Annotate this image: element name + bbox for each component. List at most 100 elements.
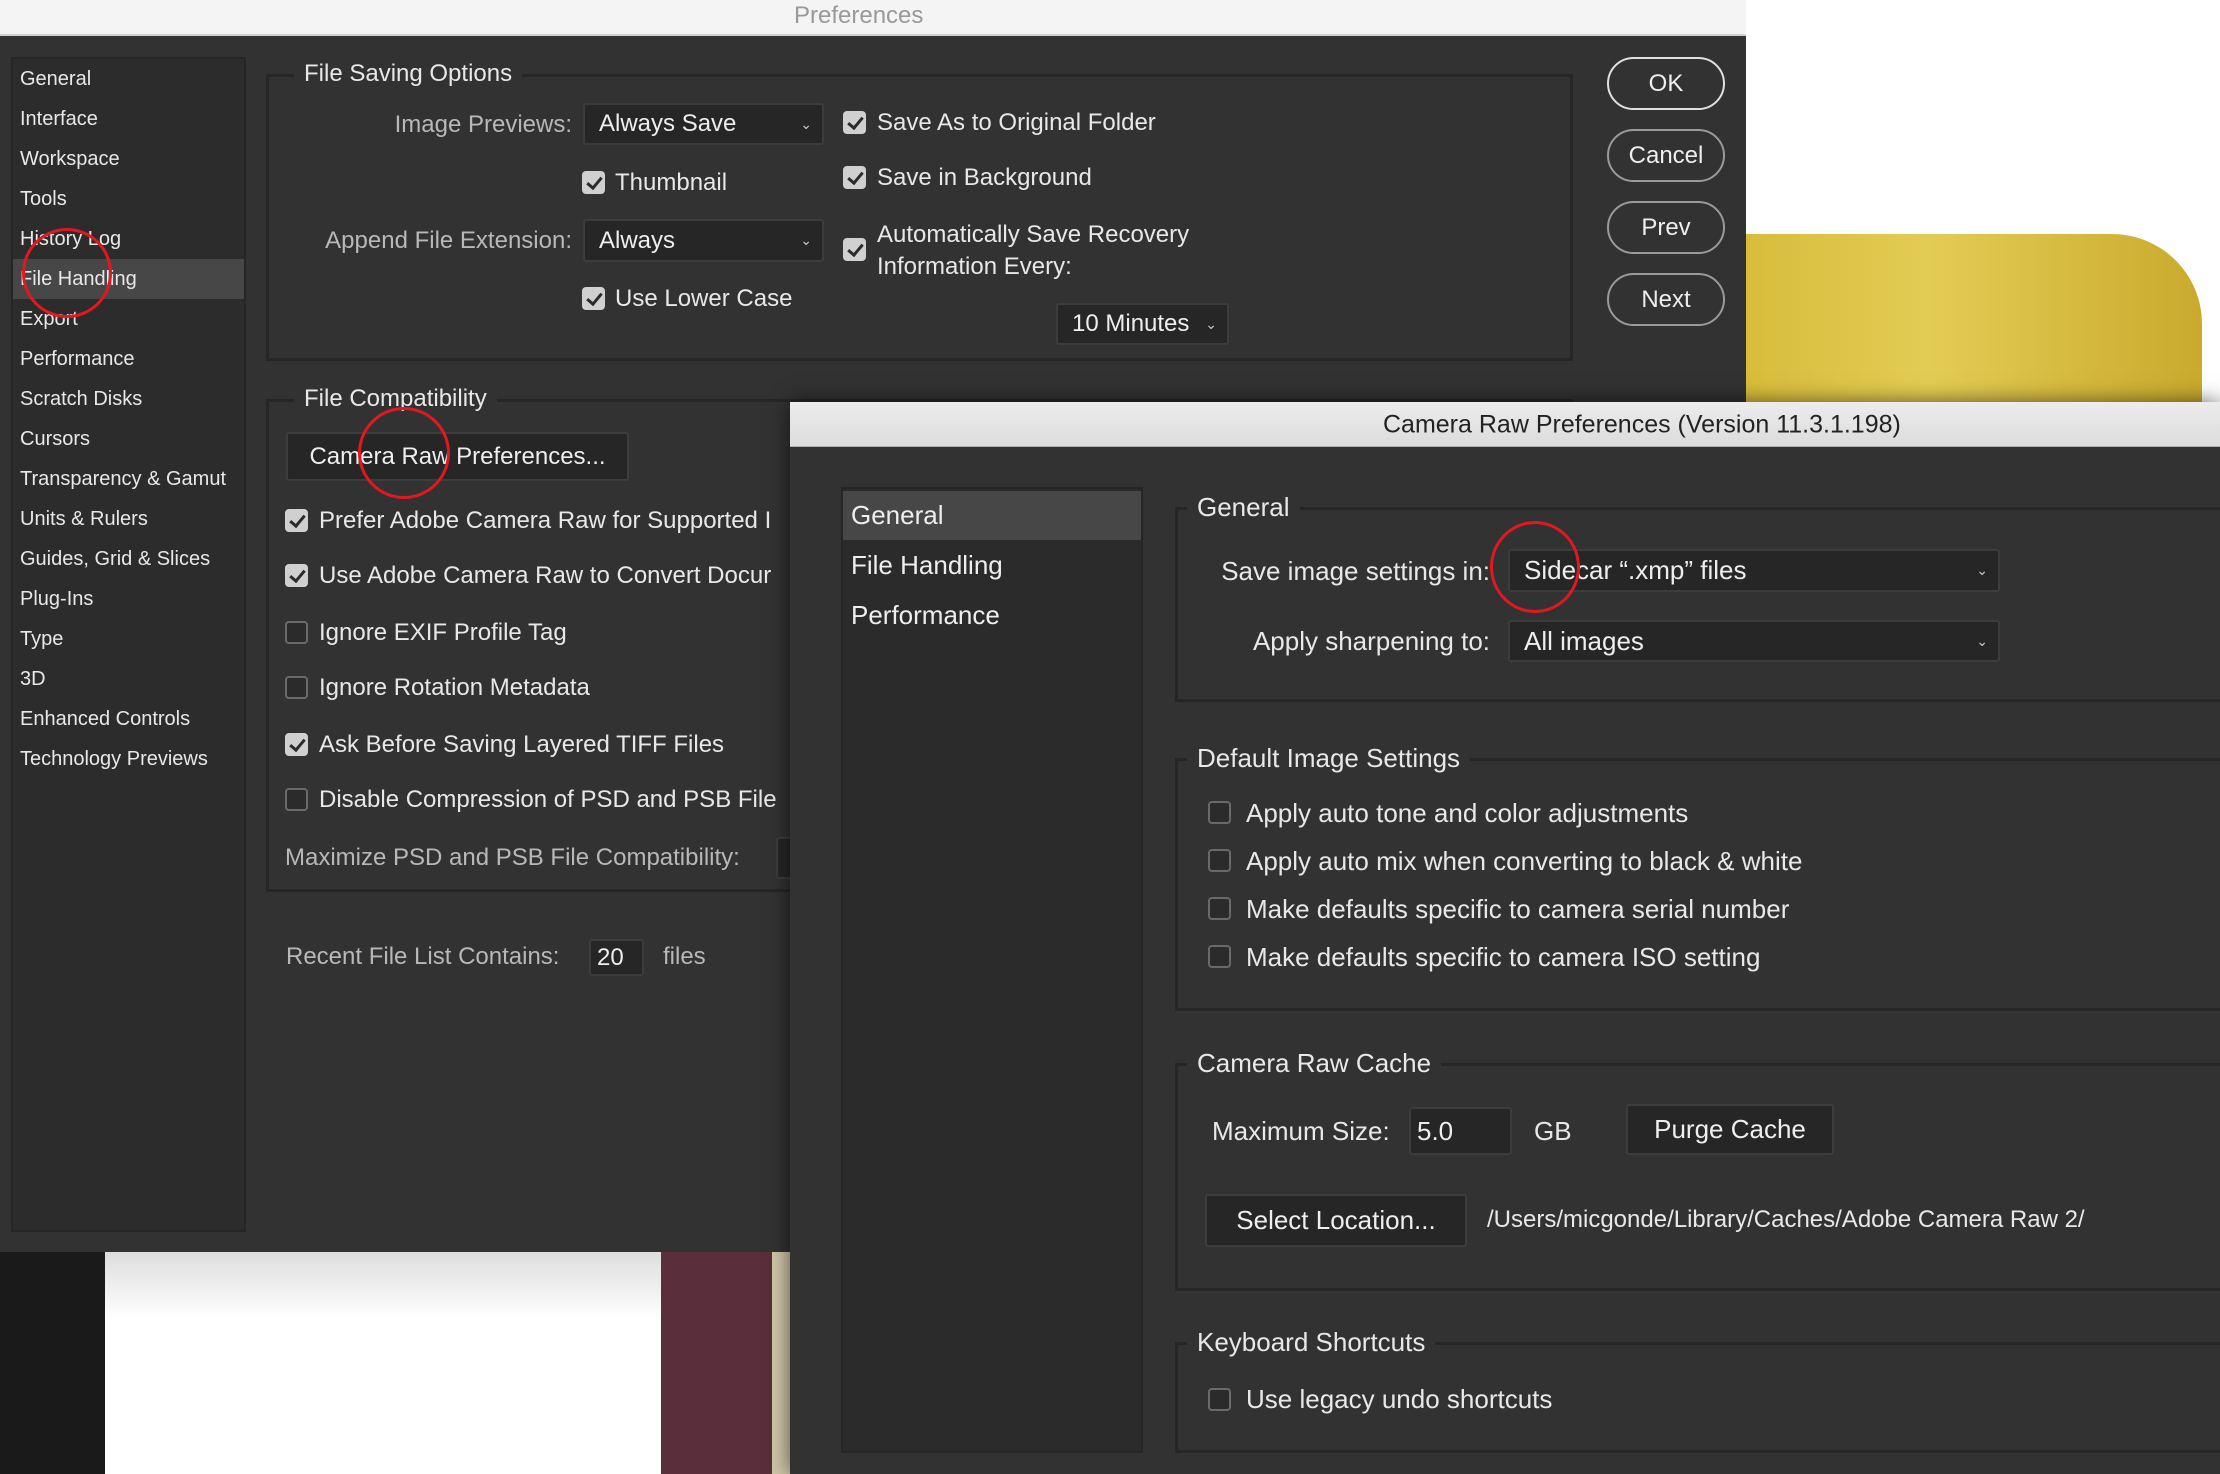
sidebar-item-history-log[interactable]: History Log: [13, 219, 244, 259]
legacy-undo-checkbox[interactable]: [1208, 1388, 1231, 1411]
sidebar-item-units-rulers[interactable]: Units & Rulers: [13, 499, 244, 539]
sidebar-item-guides-grid-slices[interactable]: Guides, Grid & Slices: [13, 539, 244, 579]
recent-files-unit: files: [663, 943, 706, 970]
sidebar-item-workspace[interactable]: Workspace: [13, 139, 244, 179]
preferences-sidebar: General Interface Workspace Tools History Lo…: [11, 57, 246, 1232]
camera-raw-preferences-dialog: Camera Raw Preferences (Version 11.3.1.1…: [790, 402, 2220, 1474]
file-compatibility-legend: File Compatibility: [294, 387, 497, 411]
auto-save-recovery-checkbox[interactable]: [843, 238, 866, 261]
default-setting-label: Apply auto mix when converting to black …: [1246, 846, 1803, 876]
sidebar-item-3d[interactable]: 3D: [13, 659, 244, 699]
recent-file-count-value: 20: [597, 943, 624, 971]
chevron-down-icon: ⌄: [1976, 562, 1988, 578]
legacy-undo-label: Use legacy undo shortcuts: [1246, 1384, 1553, 1414]
camera-raw-sidebar: General File Handling Performance: [841, 487, 1143, 1453]
file-compat-option-label: Ignore EXIF Profile Tag: [319, 619, 567, 646]
sidebar-item-tools[interactable]: Tools: [13, 179, 244, 219]
cr-sidebar-item-general[interactable]: General: [843, 491, 1141, 540]
apply-sharpening-label: Apply sharpening to:: [1252, 626, 1490, 656]
sidebar-item-type[interactable]: Type: [13, 619, 244, 659]
file-compat-option-label: Use Adobe Camera Raw to Convert Docur: [319, 562, 772, 589]
next-button[interactable]: Next: [1607, 273, 1725, 326]
auto-save-label-line1: Automatically Save Recovery: [877, 221, 1190, 248]
background-photo-strip: [0, 1252, 790, 1474]
save-in-background-checkbox[interactable]: [843, 166, 866, 189]
save-in-background-label: Save in Background: [877, 164, 1092, 191]
default-setting-checkbox[interactable]: [1208, 897, 1231, 920]
default-setting-checkbox[interactable]: [1208, 849, 1231, 872]
use-lower-case-label: Use Lower Case: [615, 285, 793, 312]
apply-sharpening-select[interactable]: All images ⌄: [1508, 620, 2000, 662]
file-compat-checkbox[interactable]: [285, 509, 308, 532]
sidebar-item-performance[interactable]: Performance: [13, 339, 244, 379]
default-setting-checkbox[interactable]: [1208, 945, 1231, 968]
sidebar-item-file-handling[interactable]: File Handling: [13, 259, 244, 299]
save-image-settings-label: Save image settings in:: [1221, 556, 1490, 586]
chevron-down-icon: ⌄: [1976, 632, 1988, 649]
sidebar-item-cursors[interactable]: Cursors: [13, 419, 244, 459]
cr-general-group: [1175, 507, 2220, 702]
sidebar-item-interface[interactable]: Interface: [13, 99, 244, 139]
default-setting-checkbox[interactable]: [1208, 801, 1231, 824]
file-compat-checkbox[interactable]: [285, 564, 308, 587]
recent-file-list-label: Recent File List Contains:: [286, 943, 560, 970]
yellow-object: [1746, 234, 2202, 402]
sidebar-item-enhanced-controls[interactable]: Enhanced Controls: [13, 699, 244, 739]
auto-save-interval-value: 10 Minutes: [1072, 310, 1190, 337]
use-lower-case-checkbox[interactable]: [582, 287, 605, 310]
append-extension-label: Append File Extension:: [325, 227, 572, 254]
preferences-title: Preferences: [794, 2, 924, 29]
sidebar-item-transparency-gamut[interactable]: Transparency & Gamut: [13, 459, 244, 499]
camera-raw-preferences-button[interactable]: Camera Raw Preferences...: [286, 432, 629, 481]
cr-general-legend: General: [1187, 494, 1300, 520]
camera-raw-title: Camera Raw Preferences (Version 11.3.1.1…: [1383, 410, 1901, 439]
prev-button[interactable]: Prev: [1607, 201, 1725, 254]
maximize-compat-label: Maximize PSD and PSB File Compatibility:: [285, 844, 740, 871]
file-compat-option-label: Ask Before Saving Layered TIFF Files: [319, 731, 725, 758]
select-location-button[interactable]: Select Location...: [1205, 1194, 1467, 1247]
camera-raw-cache-group: [1175, 1063, 2220, 1291]
save-as-original-checkbox[interactable]: [843, 111, 866, 134]
file-compat-option-label: Disable Compression of PSD and PSB File: [319, 786, 777, 813]
default-setting-label: Apply auto tone and color adjustments: [1246, 798, 1689, 828]
cache-location-path: /Users/micgonde/Library/Caches/Adobe Cam…: [1487, 1206, 2085, 1233]
camera-raw-cache-legend: Camera Raw Cache: [1187, 1050, 1442, 1076]
default-setting-label: Make defaults specific to camera ISO set…: [1246, 942, 1761, 972]
file-compat-checkbox[interactable]: [285, 733, 308, 756]
image-previews-select[interactable]: Always Save ⌄: [583, 103, 824, 145]
auto-save-interval-select[interactable]: 10 Minutes ⌄: [1056, 303, 1229, 345]
cr-sidebar-item-file-handling[interactable]: File Handling: [843, 541, 1141, 590]
sidebar-item-plug-ins[interactable]: Plug-Ins: [13, 579, 244, 619]
ok-button[interactable]: OK: [1607, 57, 1725, 110]
append-extension-value: Always: [599, 226, 676, 254]
save-image-settings-select[interactable]: Sidecar “.xmp” files ⌄: [1508, 549, 2000, 592]
image-previews-value: Always Save: [599, 110, 737, 137]
file-saving-options-legend: File Saving Options: [294, 62, 523, 86]
chevron-down-icon: ⌄: [800, 232, 812, 248]
thumbnail-label: Thumbnail: [615, 169, 728, 196]
file-compat-checkbox[interactable]: [285, 621, 308, 644]
image-previews-label: Image Previews:: [394, 111, 572, 138]
camera-raw-title-bar: Camera Raw Preferences (Version 11.3.1.1…: [790, 402, 2220, 447]
cr-sidebar-item-performance[interactable]: Performance: [843, 591, 1141, 640]
append-extension-select[interactable]: Always ⌄: [583, 219, 824, 262]
sidebar-item-general[interactable]: General: [13, 59, 244, 99]
maximum-size-input[interactable]: 5.0: [1409, 1107, 1512, 1155]
maximum-size-value: 5.0: [1417, 1115, 1454, 1146]
file-compat-option-label: Prefer Adobe Camera Raw for Supported I: [319, 507, 772, 534]
thumbnail-checkbox[interactable]: [582, 171, 605, 194]
purge-cache-button[interactable]: Purge Cache: [1626, 1104, 1834, 1155]
cancel-button[interactable]: Cancel: [1607, 129, 1725, 182]
save-image-settings-value: Sidecar “.xmp” files: [1524, 555, 1747, 585]
file-compat-checkbox[interactable]: [285, 788, 308, 811]
sidebar-item-technology-previews[interactable]: Technology Previews: [13, 739, 244, 779]
keyboard-shortcuts-legend: Keyboard Shortcuts: [1187, 1329, 1436, 1355]
preferences-title-bar: Preferences: [0, 0, 1746, 36]
recent-file-count-input[interactable]: 20: [589, 939, 644, 976]
chevron-down-icon: ⌄: [800, 115, 812, 132]
sidebar-item-scratch-disks[interactable]: Scratch Disks: [13, 379, 244, 419]
sidebar-item-export[interactable]: Export: [13, 299, 244, 339]
file-compat-checkbox[interactable]: [285, 676, 308, 699]
save-as-original-label: Save As to Original Folder: [877, 109, 1156, 136]
apply-sharpening-value: All images: [1524, 625, 1644, 656]
